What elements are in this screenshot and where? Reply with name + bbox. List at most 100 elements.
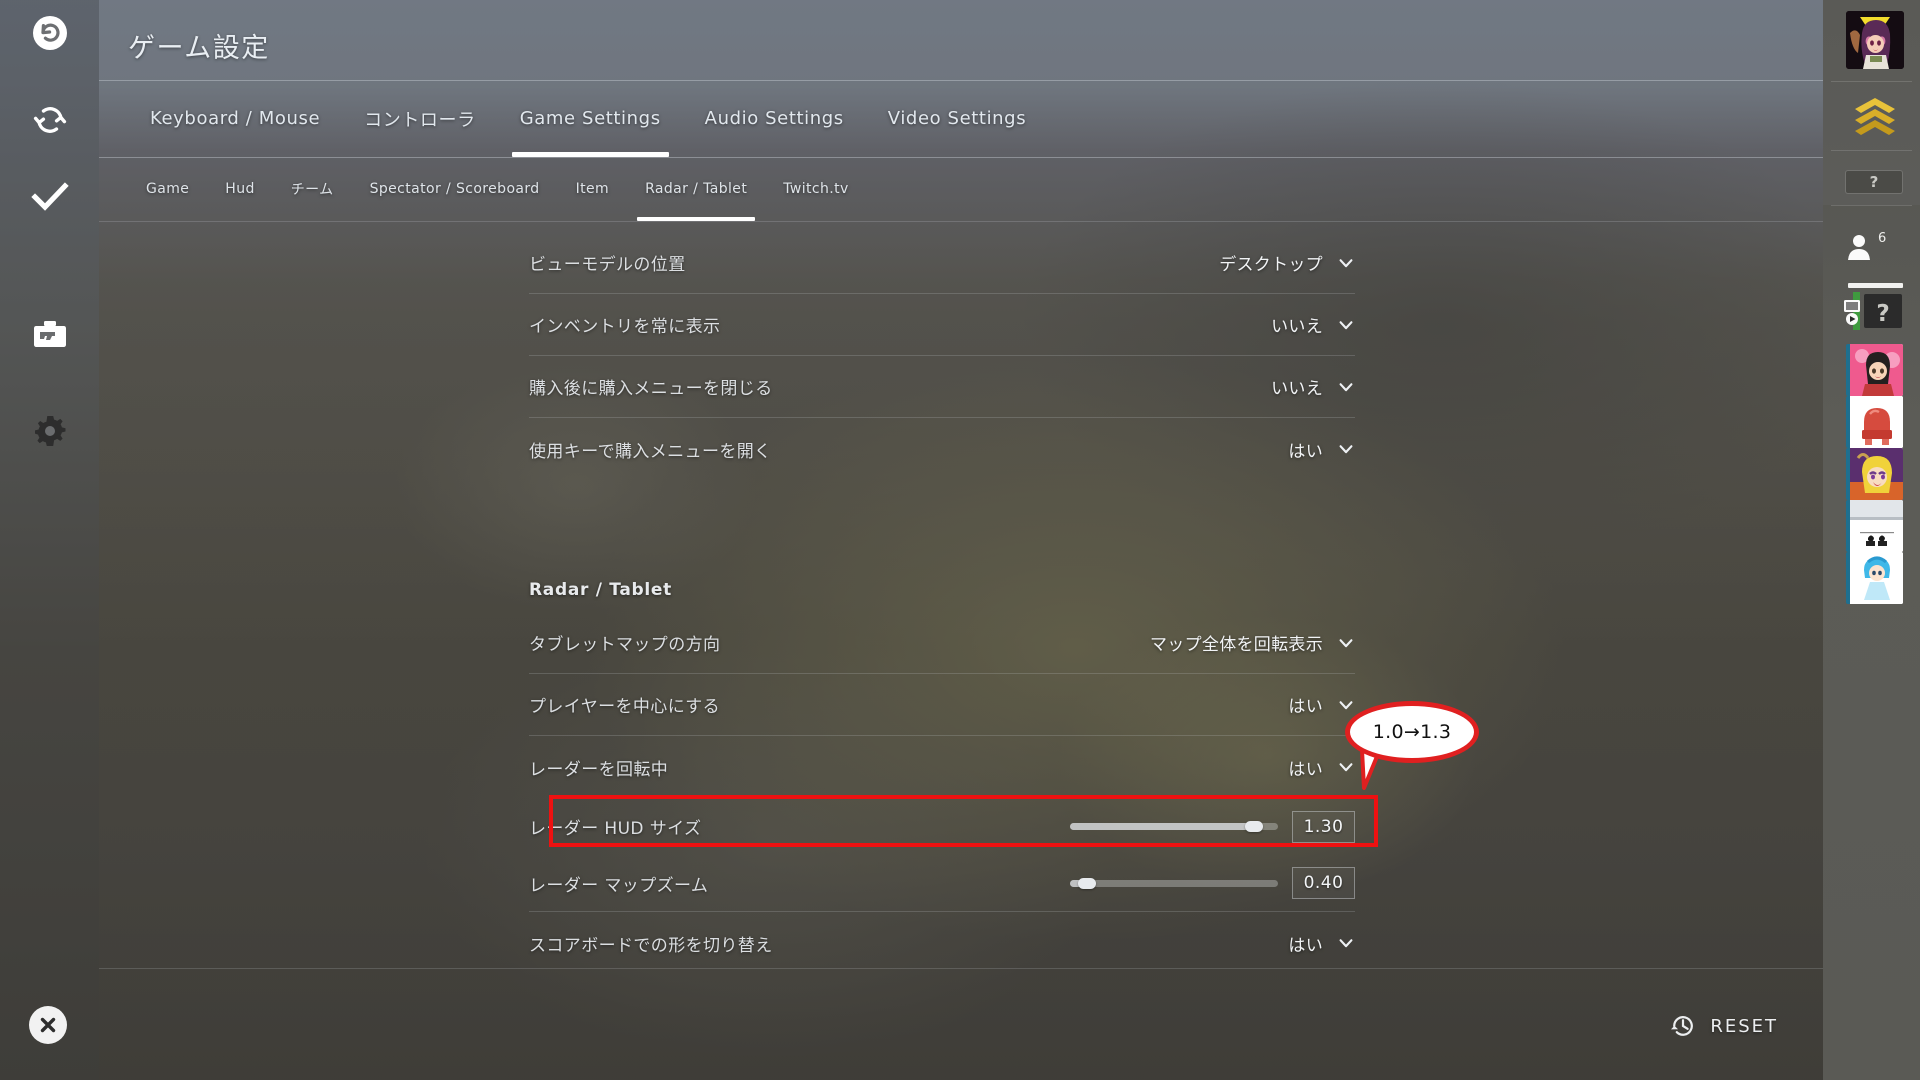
- overlay-divider: [1831, 150, 1912, 151]
- slider-knob[interactable]: [1078, 877, 1096, 889]
- setting-row-radar-hud-size[interactable]: レーダー HUD サイズ 1.30: [529, 798, 1355, 855]
- slider-knob[interactable]: [1245, 821, 1263, 832]
- subtab-team[interactable]: チーム: [273, 157, 352, 221]
- slider-track: [1070, 879, 1278, 887]
- thumbnail-1[interactable]: [1846, 344, 1903, 396]
- setting-label: タブレットマップの方向: [529, 635, 721, 655]
- chevron-down-icon[interactable]: [1337, 934, 1355, 952]
- gear-icon[interactable]: [0, 408, 99, 454]
- chevron-down-icon[interactable]: [1337, 440, 1355, 458]
- setting-value: いいえ: [1271, 317, 1323, 337]
- settings-panel: ゲーム設定 Keyboard / Mouse コントローラ Game Setti…: [99, 0, 1904, 1080]
- settings-list: ビューモデルの位置 デスクトップ インベントリを常に表示 いいえ 購入後に購入メ…: [529, 232, 1355, 974]
- check-icon[interactable]: [0, 174, 99, 220]
- setting-control[interactable]: 0.40: [1070, 867, 1355, 899]
- callout-bubble: 1.0→1.3: [1345, 701, 1479, 763]
- setting-row-toggle-scoreboard-shape[interactable]: スコアボードでの形を切り替え はい: [529, 912, 1355, 974]
- section-header-radar-tablet: Radar / Tablet: [529, 538, 1355, 612]
- setting-control[interactable]: いいえ: [1271, 374, 1355, 399]
- setting-label: レーダー HUD サイズ: [529, 819, 702, 839]
- status-unknown-box[interactable]: ?: [1845, 170, 1903, 194]
- setting-value: はい: [1288, 441, 1323, 462]
- twitch-tv-item[interactable]: ?: [1843, 292, 1905, 330]
- subtab-game[interactable]: Game: [128, 157, 207, 221]
- setting-row-tablet-map-orientation[interactable]: タブレットマップの方向 マップ全体を回転表示: [529, 612, 1355, 674]
- undo-icon[interactable]: [0, 10, 99, 56]
- radar-map-zoom-slider[interactable]: [1070, 877, 1278, 889]
- subtab-radar-tablet[interactable]: Radar / Tablet: [627, 157, 765, 221]
- player-avatar[interactable]: [1846, 11, 1904, 69]
- section-title: Radar / Tablet: [529, 580, 672, 600]
- thumbnail-3[interactable]: [1846, 448, 1903, 500]
- twitch-tv-icon: ?: [1844, 292, 1902, 330]
- tab-controller[interactable]: コントローラ: [342, 80, 498, 157]
- setting-label: ビューモデルの位置: [529, 255, 686, 275]
- tab-label: Audio Settings: [704, 108, 844, 129]
- setting-control[interactable]: はい: [1288, 437, 1355, 462]
- tab-keyboard-mouse[interactable]: Keyboard / Mouse: [128, 80, 342, 157]
- value-text: 1.30: [1303, 816, 1344, 837]
- setting-row-center-player[interactable]: プレイヤーを中心にする はい: [529, 674, 1355, 736]
- thumbnail-art: [1850, 396, 1903, 448]
- radar-hud-size-value-box[interactable]: 1.30: [1292, 810, 1355, 843]
- slider-fill: [1070, 823, 1254, 830]
- tab-game-settings[interactable]: Game Settings: [498, 80, 683, 157]
- reset-label: RESET: [1710, 1015, 1778, 1037]
- subtab-label: Item: [575, 181, 610, 197]
- friends-count: 6: [1878, 231, 1887, 246]
- chevron-down-icon[interactable]: [1337, 316, 1355, 334]
- setting-row-close-buy-menu-after-purchase[interactable]: 購入後に購入メニューを閉じる いいえ: [529, 356, 1355, 418]
- loadout-icon[interactable]: [0, 312, 99, 358]
- setting-value: はい: [1288, 759, 1323, 780]
- thumbnail-5[interactable]: [1846, 552, 1903, 604]
- rank-chevrons-icon: [1855, 98, 1895, 135]
- tab-label: コントローラ: [364, 109, 476, 131]
- panel-header: ゲーム設定: [99, 0, 1823, 80]
- setting-row-rotate-radar[interactable]: レーダーを回転中 はい: [529, 736, 1355, 798]
- setting-control[interactable]: デスクトップ: [1219, 250, 1355, 275]
- overlay-sidebar: ? 6 ?: [1823, 0, 1920, 1080]
- tab-video-settings[interactable]: Video Settings: [866, 80, 1048, 157]
- setting-label: インベントリを常に表示: [529, 317, 721, 337]
- close-button[interactable]: [29, 1006, 67, 1044]
- setting-row-always-show-inventory[interactable]: インベントリを常に表示 いいえ: [529, 294, 1355, 356]
- divider-bottom: [99, 221, 1823, 222]
- setting-label: スコアボードでの形を切り替え: [529, 935, 773, 956]
- subtab-twitch-tv[interactable]: Twitch.tv: [765, 157, 866, 221]
- subtab-spectator-scoreboard[interactable]: Spectator / Scoreboard: [352, 157, 558, 221]
- left-sidebar: [0, 0, 99, 1080]
- setting-control[interactable]: はい: [1288, 931, 1355, 956]
- thumbnail-4[interactable]: [1846, 500, 1903, 552]
- setting-row-open-buy-menu-with-use-key[interactable]: 使用キーで購入メニューを開く はい: [529, 418, 1355, 480]
- reset-button[interactable]: RESET: [1669, 1012, 1778, 1040]
- setting-row-viewmodel-position[interactable]: ビューモデルの位置 デスクトップ: [529, 232, 1355, 294]
- setting-row-radar-map-zoom[interactable]: レーダー マップズーム 0.40: [529, 855, 1355, 912]
- subtab-hud[interactable]: Hud: [207, 157, 273, 221]
- radar-map-zoom-value-box[interactable]: 0.40: [1292, 867, 1355, 899]
- overlay-divider: [1831, 205, 1912, 206]
- tab-label: Video Settings: [887, 108, 1027, 129]
- subtab-label: チーム: [290, 182, 334, 198]
- chevron-down-icon[interactable]: [1337, 634, 1355, 652]
- setting-value: はい: [1288, 935, 1323, 956]
- thumbnail-art: [1850, 344, 1903, 396]
- subtab-item[interactable]: Item: [558, 157, 627, 221]
- sync-icon[interactable]: [0, 97, 99, 143]
- setting-label: 購入後に購入メニューを閉じる: [529, 379, 773, 399]
- chevron-down-icon[interactable]: [1337, 378, 1355, 396]
- value-text: 0.40: [1303, 873, 1344, 893]
- setting-control[interactable]: 1.30: [1070, 810, 1355, 843]
- overlay-divider: [1831, 81, 1912, 82]
- main-tab-bar: Keyboard / Mouse コントローラ Game Settings Au…: [128, 80, 1048, 157]
- setting-control[interactable]: いいえ: [1271, 312, 1355, 337]
- radar-hud-size-slider[interactable]: [1070, 821, 1278, 832]
- tab-label: Game Settings: [519, 108, 661, 129]
- setting-value: はい: [1288, 697, 1323, 717]
- chevron-down-icon[interactable]: [1337, 254, 1355, 272]
- tab-audio-settings[interactable]: Audio Settings: [683, 80, 866, 157]
- setting-control[interactable]: マップ全体を回転表示: [1150, 630, 1355, 655]
- callout-annotation: 1.0→1.3: [1345, 701, 1479, 790]
- thumbnail-2[interactable]: [1846, 396, 1903, 448]
- friends-count-widget[interactable]: 6: [1846, 231, 1887, 261]
